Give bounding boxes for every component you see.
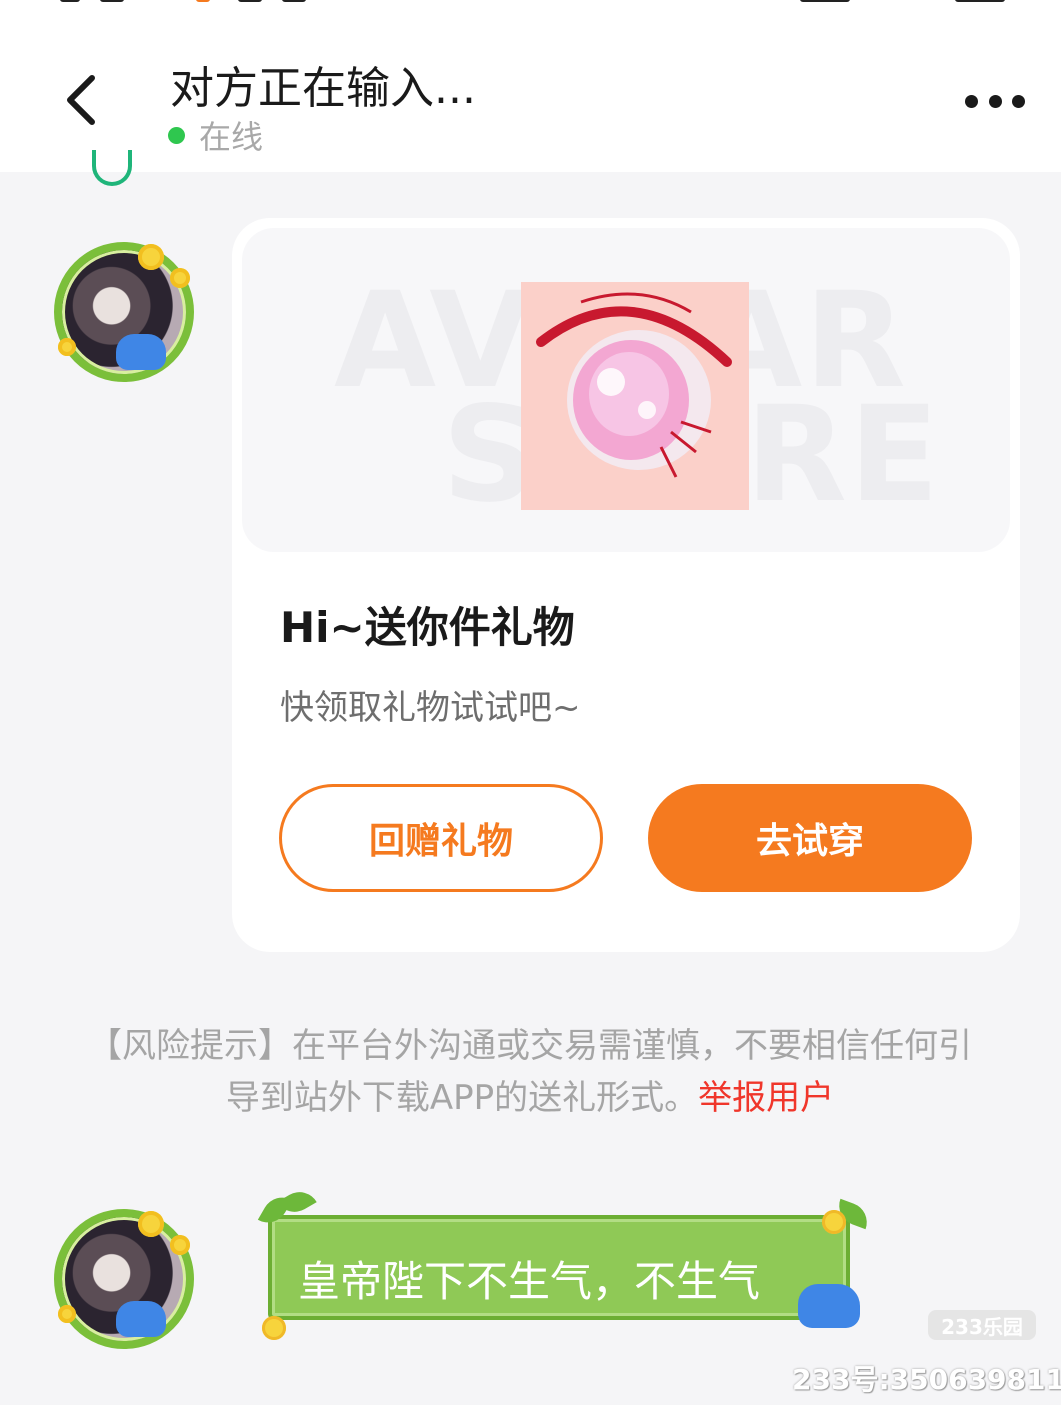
status-bar-fragment [0, 0, 1061, 6]
sender-avatar[interactable] [50, 1205, 200, 1355]
avatar-ring-fragment [92, 150, 132, 186]
gift-card-title: Hi~送你件礼物 [280, 603, 575, 652]
more-options-icon[interactable] [965, 90, 1025, 112]
flower-decoration-icon [262, 1316, 286, 1340]
risk-notice-text: 【风险提示】在平台外沟通或交易需谨慎，不要相信任何引导到站外下载APP的送礼形式… [88, 1026, 972, 1118]
gift-preview-image [521, 282, 749, 510]
report-user-link[interactable]: 举报用户 [698, 1078, 834, 1118]
gift-card: AVATAR STORE Hi~送你件礼物 快领取礼物试试吧~ 回赠礼物 去试穿 [232, 218, 1020, 952]
risk-notice: 【风险提示】在平台外沟通或交易需谨慎，不要相信任何引导到站外下载APP的送礼形式… [80, 1020, 980, 1124]
message-text: 皇帝陛下不生气，不生气 [298, 1257, 761, 1306]
chat-title: 对方正在输入... [170, 63, 476, 114]
online-status-label: 在线 [199, 118, 264, 156]
try-on-button[interactable]: 去试穿 [648, 784, 972, 892]
pet-decoration-icon [798, 1284, 860, 1328]
gift-card-subtitle: 快领取礼物试试吧~ [280, 688, 581, 728]
gift-banner: AVATAR STORE [242, 228, 1010, 552]
user-id-watermark: 233号:350639811 [792, 1363, 1061, 1396]
chat-header: 对方正在输入... 在线 [0, 0, 1061, 172]
brand-watermark: 233乐园 [928, 1310, 1036, 1340]
back-arrow-icon[interactable] [58, 70, 108, 130]
return-gift-button[interactable]: 回赠礼物 [279, 784, 603, 892]
online-dot-icon [168, 126, 185, 144]
sender-avatar[interactable] [50, 238, 200, 388]
flower-decoration-icon [822, 1210, 846, 1234]
online-status: 在线 [168, 112, 263, 158]
